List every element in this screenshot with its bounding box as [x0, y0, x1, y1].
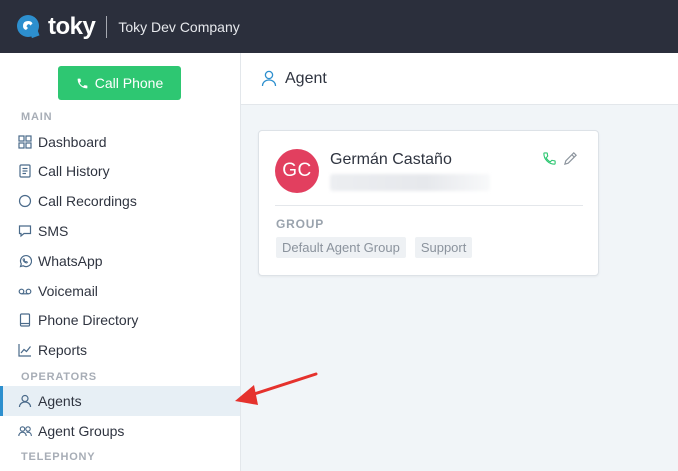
- call-history-icon: [18, 164, 32, 178]
- section-operators: OPERATORS: [21, 371, 97, 383]
- sms-icon: [18, 224, 32, 238]
- phone-icon: [77, 78, 88, 88]
- topbar-divider: [106, 15, 108, 38]
- toky-logo-icon: [16, 14, 42, 40]
- voicemail-icon: [18, 284, 32, 298]
- sidebar-item-label: Phone Directory: [38, 312, 139, 328]
- page-title: Agent: [285, 69, 327, 87]
- sidebar-item-label: Agents: [38, 393, 82, 409]
- section-telephony: TELEPHONY: [21, 451, 96, 463]
- call-phone-button[interactable]: Call Phone: [58, 66, 181, 100]
- sidebar-item-agents[interactable]: Agents: [0, 386, 240, 416]
- call-phone-label: Call Phone: [94, 75, 164, 91]
- call-recordings-icon: [18, 194, 32, 208]
- sidebar-item-whatsapp[interactable]: WhatsApp: [0, 246, 240, 276]
- sidebar-item-label: Dashboard: [38, 134, 107, 150]
- sidebar-item-phone-directory[interactable]: Phone Directory: [0, 305, 240, 335]
- whatsapp-icon: [18, 254, 32, 268]
- sidebar-item-label: Voicemail: [38, 283, 98, 299]
- agent-card: GC Germán Castaño GROUP Default Agent Gr…: [258, 130, 599, 276]
- sidebar-item-label: Reports: [38, 342, 88, 358]
- sidebar-item-label: Call History: [38, 163, 110, 179]
- group-tags: Default Agent Group Support: [276, 237, 473, 258]
- sidebar-item-voicemail[interactable]: Voicemail: [0, 276, 240, 306]
- agent-icon: [18, 394, 32, 408]
- redacted-phone-number: [330, 174, 490, 191]
- group-tag: Support: [414, 237, 473, 258]
- section-main: MAIN: [21, 111, 53, 123]
- sidebar-item-call-recordings[interactable]: Call Recordings: [0, 186, 240, 216]
- agent-icon: [261, 70, 277, 87]
- avatar: GC: [275, 149, 319, 193]
- group-tag: Default Agent Group: [276, 237, 406, 258]
- reports-icon: [18, 343, 32, 357]
- sidebar-item-sms[interactable]: SMS: [0, 216, 240, 246]
- sidebar-item-label: Call Recordings: [38, 193, 137, 209]
- card-divider: [275, 205, 583, 206]
- group-label: GROUP: [276, 217, 325, 231]
- toky-logo[interactable]: toky: [16, 12, 96, 41]
- company-name: Toky Dev Company: [118, 18, 240, 35]
- sidebar-item-label: Agent Groups: [38, 423, 125, 439]
- phone-directory-icon: [18, 313, 32, 327]
- sidebar-item-reports[interactable]: Reports: [0, 335, 240, 365]
- phone-icon[interactable]: [542, 151, 557, 171]
- agent-groups-icon: [18, 424, 32, 438]
- content-header: Agent: [241, 53, 678, 105]
- sidebar-item-label: WhatsApp: [38, 253, 103, 269]
- sidebar-item-label: SMS: [38, 223, 69, 239]
- agent-name: Germán Castaño: [330, 151, 452, 168]
- sidebar-item-dashboard[interactable]: Dashboard: [0, 127, 240, 157]
- sidebar-item-call-history[interactable]: Call History: [0, 156, 240, 186]
- logo-text: toky: [48, 12, 96, 40]
- pencil-icon[interactable]: [563, 151, 578, 171]
- dashboard-icon: [18, 135, 32, 149]
- card-actions: [542, 151, 578, 171]
- sidebar: Call Phone MAIN Dashboard Call History C…: [0, 53, 241, 471]
- top-bar: toky Toky Dev Company: [0, 0, 678, 53]
- sidebar-item-agent-groups[interactable]: Agent Groups: [0, 416, 240, 446]
